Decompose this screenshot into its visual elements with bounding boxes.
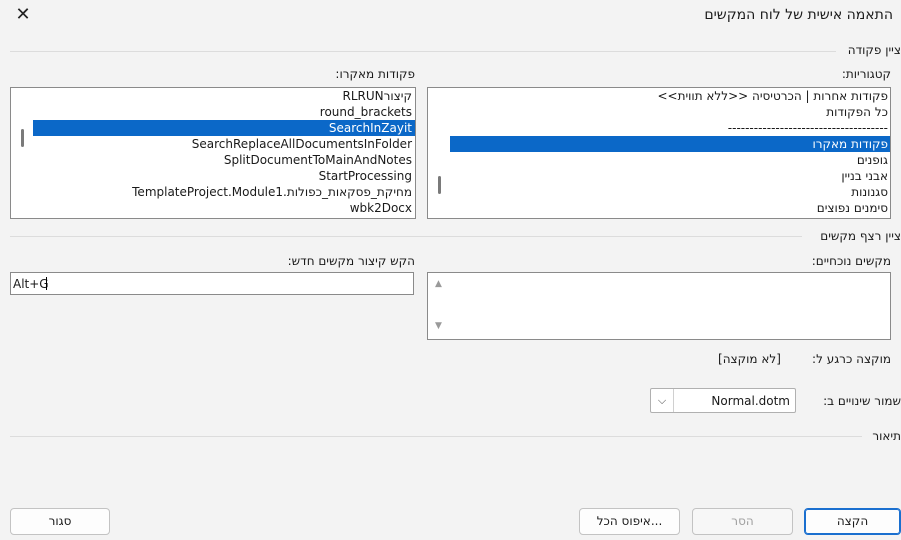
- macro-item-label: SplitDocumentToMainAndNotes: [223, 153, 412, 167]
- category-item[interactable]: -------------------------------------: [450, 120, 890, 136]
- macro-item-label: SearchReplaceAllDocumentsInFolder: [191, 137, 412, 151]
- categories-label: קטגוריות:: [841, 67, 891, 81]
- macro-item-label: RLRUNקיצור: [342, 89, 412, 103]
- assign-button[interactable]: הקצה: [804, 508, 901, 535]
- category-item-label: סימנים נפוצים: [816, 201, 888, 215]
- chevron-down-icon[interactable]: ⌵: [651, 389, 674, 412]
- macro-item[interactable]: TemplateProject.Module1.מחיקת_פסקאות_כפו…: [33, 184, 415, 200]
- specify-command-divider: [10, 51, 836, 52]
- category-item[interactable]: פקודות אחרות | הכרטיסיה <<ללא תווית>>: [450, 88, 890, 104]
- macro-item[interactable]: wbk2Docx: [33, 200, 415, 216]
- category-item-label: אבני בניין: [841, 169, 888, 183]
- category-item[interactable]: גופנים: [450, 152, 890, 168]
- category-item-label: כל הפקודות: [826, 105, 888, 119]
- macro-item[interactable]: SplitDocumentToMainAndNotes: [33, 152, 415, 168]
- category-item-label: פקודות אחרות | הכרטיסיה <<ללא תווית>>: [657, 89, 888, 103]
- close-icon[interactable]: ✕: [12, 4, 34, 26]
- scroll-down-icon[interactable]: ▼: [435, 321, 442, 331]
- dialog-title: התאמה אישית של לוח המקשים: [704, 7, 893, 23]
- description-divider: [10, 436, 862, 437]
- macro-item-label: SearchInZayit: [328, 121, 412, 135]
- macro-item-label: StartProcessing: [318, 169, 412, 183]
- macro-item-label: wbk2Docx: [349, 201, 412, 215]
- new-shortcut-label: הקש קיצור מקשים חדש:: [287, 254, 415, 268]
- category-item-label: סגנונות: [851, 185, 888, 199]
- close-button[interactable]: סגור: [10, 508, 110, 535]
- save-in-dropdown[interactable]: ⌵ Normal.dotm: [650, 388, 796, 413]
- new-shortcut-input[interactable]: Alt+G: [10, 272, 414, 295]
- category-item-label: -------------------------------------: [727, 121, 888, 135]
- save-in-label: שמור שינויים ב:: [823, 394, 901, 408]
- save-in-value: Normal.dotm: [711, 394, 790, 408]
- macro-item[interactable]: SearchInZayit: [33, 120, 415, 136]
- assigned-label: מוקצה כרגע ל:: [812, 352, 891, 366]
- shortcut-divider: [10, 236, 802, 237]
- macro-item[interactable]: StartProcessing: [33, 168, 415, 184]
- category-item[interactable]: כל הפקודות: [450, 104, 890, 120]
- macros-scrollbar[interactable]: [21, 129, 24, 147]
- macro-item-label: TemplateProject.Module1.מחיקת_פסקאות_כפו…: [132, 185, 412, 199]
- category-item[interactable]: אבני בניין: [450, 168, 890, 184]
- reset-all-button[interactable]: איפוס הכל...: [579, 508, 680, 535]
- category-item[interactable]: פקודות מאקרו: [450, 136, 890, 152]
- macros-listbox[interactable]: RLRUNקיצור round_brackets SearchInZayit Sea…: [10, 87, 416, 219]
- category-item-label: פקודות מאקרו: [812, 137, 888, 151]
- description-group-label: תיאור: [872, 429, 901, 443]
- shortcut-group-label: ציין רצף מקשים: [820, 229, 901, 243]
- specify-command-group-label: ציין פקודה: [847, 43, 901, 57]
- category-item[interactable]: סגנונות: [450, 184, 890, 200]
- scroll-up-icon[interactable]: ▲: [435, 279, 442, 289]
- categories-listbox[interactable]: פקודות אחרות | הכרטיסיה <<ללא תווית>> כל …: [427, 87, 891, 219]
- macro-item-label: round_brackets: [319, 105, 412, 119]
- category-item[interactable]: סימנים נפוצים: [450, 200, 890, 216]
- text-cursor: [46, 277, 47, 290]
- macro-item[interactable]: RLRUNקיצור: [33, 88, 415, 104]
- macro-item[interactable]: SearchReplaceAllDocumentsInFolder: [33, 136, 415, 152]
- categories-scrollbar[interactable]: [438, 176, 441, 194]
- current-keys-listbox[interactable]: ▲ ▼: [427, 272, 891, 340]
- current-keys-label: מקשים נוכחיים:: [811, 254, 891, 268]
- macro-item[interactable]: round_brackets: [33, 104, 415, 120]
- category-item-label: גופנים: [856, 153, 888, 167]
- new-shortcut-value: Alt+G: [13, 277, 49, 291]
- assigned-value: [לא מוקצה]: [718, 352, 781, 366]
- macros-label: פקודות מאקרו:: [335, 67, 415, 81]
- remove-button[interactable]: הסר: [692, 508, 793, 535]
